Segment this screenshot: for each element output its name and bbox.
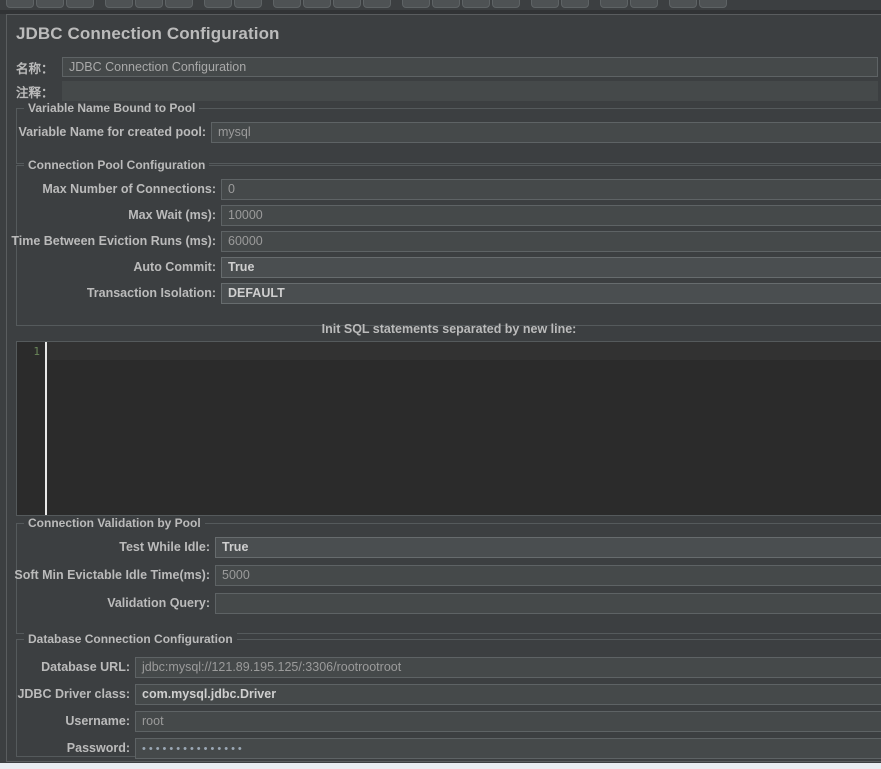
open-button[interactable] — [66, 0, 94, 8]
init-sql-current-line-highlight — [47, 342, 881, 360]
toolbar-separator — [264, 0, 273, 8]
clear-button[interactable] — [531, 0, 559, 8]
init-sql-caption: Init SQL statements separated by new lin… — [321, 322, 577, 336]
toolbar-separator — [96, 0, 105, 8]
max-wait-ms-row: Max Wait (ms): 10000 — [128, 205, 881, 226]
window-bottom-edge — [0, 763, 881, 769]
max-number-of-connections-row: Max Number of Connections: 0 — [42, 179, 881, 200]
init-sql-editor[interactable]: 1 — [16, 341, 881, 516]
variable-name-for-created-pool-row: Variable Name for created pool: mysql — [18, 122, 881, 143]
variable-name-for-created-pool-field[interactable]: mysql — [211, 122, 881, 143]
collapse-all-button[interactable] — [333, 0, 361, 8]
element-name-label: 名称： — [16, 61, 54, 76]
start-button[interactable] — [402, 0, 430, 8]
connection-pool-configuration-group: Connection Pool Configuration Max Number… — [11, 158, 881, 326]
toolbar-separator — [195, 0, 204, 8]
variable-name-bound-to-pool-title: Variable Name Bound to Pool — [24, 101, 200, 115]
toolbar-separator — [660, 0, 669, 8]
help-button[interactable] — [699, 0, 727, 8]
reset-search-button[interactable] — [630, 0, 658, 8]
clear-all-button[interactable] — [561, 0, 589, 8]
toggle-button[interactable] — [363, 0, 391, 8]
element-comment-input[interactable] — [62, 81, 878, 101]
max-number-of-connections-label: Max Number of Connections: — [42, 182, 216, 196]
save-button[interactable] — [105, 0, 133, 8]
start-no-pauses-button[interactable] — [432, 0, 460, 8]
connection-validation-by-pool-group: Connection Validation by Pool Test While… — [14, 516, 881, 634]
jdbc-driver-class-combobox[interactable]: com.mysql.jdbc.Driver — [135, 684, 881, 705]
jdbc-driver-class-row: JDBC Driver class: com.mysql.jdbc.Driver — [17, 684, 881, 705]
password-label: Password: — [66, 741, 130, 755]
variable-name-for-created-pool-label: Variable Name for created pool: — [18, 125, 206, 139]
max-wait-ms-field[interactable]: 10000 — [221, 205, 881, 226]
shutdown-button[interactable] — [492, 0, 520, 8]
username-label: Username: — [65, 714, 130, 728]
validation-query-label: Validation Query: — [107, 596, 210, 610]
test-while-idle-label: Test While Idle: — [119, 540, 210, 554]
stop-button[interactable] — [462, 0, 490, 8]
auto-commit-label: Auto Commit: — [133, 260, 216, 274]
search-button[interactable] — [600, 0, 628, 8]
database-url-field[interactable]: jdbc:mysql://121.89.195.125/:3306/rootro… — [135, 657, 881, 678]
database-url-row: Database URL: jdbc:mysql://121.89.195.12… — [41, 657, 881, 678]
test-while-idle-row: Test While Idle: True — [119, 537, 881, 558]
init-sql-line-number: 1 — [33, 345, 40, 358]
save-as-button[interactable] — [135, 0, 163, 8]
paste-button[interactable] — [273, 0, 301, 8]
database-connection-configuration-group: Database Connection Configuration Databa… — [16, 632, 881, 759]
new-test-plan-button[interactable] — [6, 0, 34, 8]
expand-all-button[interactable] — [303, 0, 331, 8]
init-sql-caret — [45, 342, 47, 515]
main-toolbar — [0, 0, 881, 10]
init-sql-gutter: 1 — [17, 342, 45, 515]
time-between-eviction-runs-ms-label: Time Between Eviction Runs (ms): — [11, 234, 216, 248]
config-panel: JDBC Connection Configuration 名称： JDBC C… — [6, 14, 881, 762]
username-field[interactable]: root — [135, 711, 881, 732]
toolbar-separator — [591, 0, 600, 8]
toolbar-separator — [393, 0, 402, 8]
function-helper-button[interactable] — [669, 0, 697, 8]
time-between-eviction-runs-ms-field[interactable]: 60000 — [221, 231, 881, 252]
transaction-isolation-row: Transaction Isolation: DEFAULT — [87, 283, 881, 304]
copy-button[interactable] — [234, 0, 262, 8]
password-row: Password: ••••••••••••••• — [67, 738, 881, 759]
time-between-eviction-runs-ms-row: Time Between Eviction Runs (ms): 60000 — [11, 231, 881, 252]
database-url-label: Database URL: — [41, 660, 130, 674]
database-connection-configuration-title: Database Connection Configuration — [24, 632, 237, 646]
element-name-row: 名称： JDBC Connection Configuration — [16, 57, 878, 77]
jmeter-jdbc-connection-configuration-window: JDBC Connection Configuration 名称： JDBC C… — [0, 0, 881, 769]
soft-min-evictable-idle-time-ms-label: Soft Min Evictable Idle Time(ms): — [14, 568, 210, 582]
test-while-idle-combobox[interactable]: True — [215, 537, 881, 558]
toolbar-separator — [522, 0, 531, 8]
connection-pool-configuration-title: Connection Pool Configuration — [24, 158, 210, 172]
username-row: Username: root — [65, 711, 881, 732]
element-comment-label: 注释： — [16, 85, 54, 100]
transaction-isolation-label: Transaction Isolation: — [86, 286, 216, 300]
password-field[interactable]: ••••••••••••••• — [135, 738, 881, 759]
auto-commit-combobox[interactable]: True — [221, 257, 881, 278]
max-number-of-connections-field[interactable]: 0 — [221, 179, 881, 200]
jdbc-driver-class-label: JDBC Driver class: — [17, 687, 130, 701]
connection-validation-by-pool-title: Connection Validation by Pool — [24, 516, 205, 530]
templates-button[interactable] — [36, 0, 64, 8]
auto-commit-row: Auto Commit: True — [133, 257, 881, 278]
validation-query-row: Validation Query: — [107, 593, 881, 614]
variable-name-bound-to-pool-group: Variable Name Bound to Pool Variable Nam… — [16, 101, 881, 164]
element-name-input[interactable]: JDBC Connection Configuration — [62, 57, 878, 77]
cut-button[interactable] — [204, 0, 232, 8]
max-wait-ms-label: Max Wait (ms): — [128, 208, 216, 222]
close-button[interactable] — [165, 0, 193, 8]
element-comment-row: 注释： — [16, 81, 878, 101]
transaction-isolation-combobox[interactable]: DEFAULT — [221, 283, 881, 304]
page-title: JDBC Connection Configuration — [16, 24, 280, 43]
validation-query-field[interactable] — [215, 593, 881, 614]
soft-min-evictable-idle-time-ms-field[interactable]: 5000 — [215, 565, 881, 586]
soft-min-evictable-idle-time-ms-row: Soft Min Evictable Idle Time(ms): 5000 — [14, 565, 881, 586]
